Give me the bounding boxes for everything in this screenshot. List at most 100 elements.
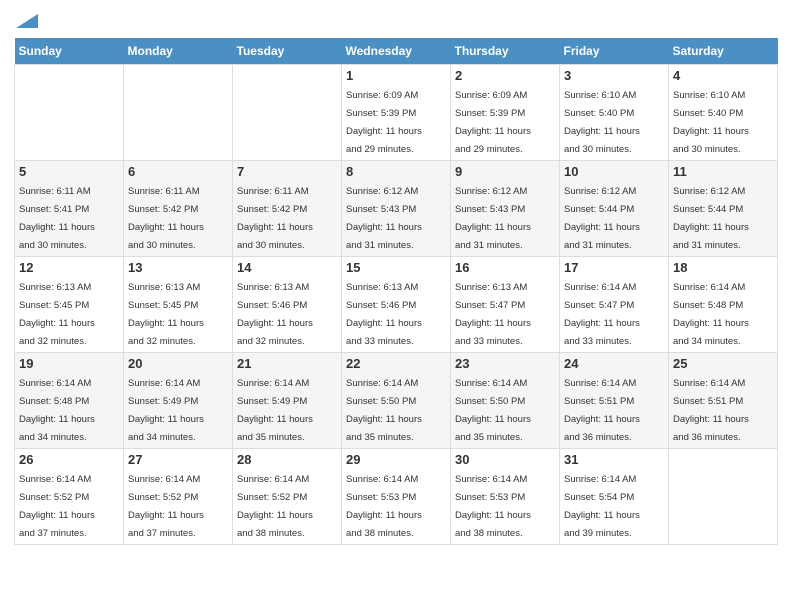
date-number: 15 — [346, 260, 446, 275]
calendar-cell: 22Sunrise: 6:14 AM Sunset: 5:50 PM Dayli… — [342, 353, 451, 449]
calendar-cell: 9 Sunrise: 6:12 AM Sunset: 5:43 PM Daylig… — [451, 161, 560, 257]
cell-info: Sunrise: 6:10 AM Sunset: 5:40 PM Dayligh… — [564, 90, 640, 155]
calendar-cell: 6 Sunrise: 6:11 AM Sunset: 5:42 PM Daylig… — [124, 161, 233, 257]
calendar-cell: 18Sunrise: 6:14 AM Sunset: 5:48 PM Dayli… — [669, 257, 778, 353]
calendar-cell: 4 Sunrise: 6:10 AM Sunset: 5:40 PM Daylig… — [669, 65, 778, 161]
cell-info: Sunrise: 6:14 AM Sunset: 5:54 PM Dayligh… — [564, 474, 640, 539]
cell-info: Sunrise: 6:14 AM Sunset: 5:50 PM Dayligh… — [455, 378, 531, 443]
calendar-cell — [669, 449, 778, 545]
cell-info: Sunrise: 6:12 AM Sunset: 5:43 PM Dayligh… — [455, 186, 531, 251]
cell-info: Sunrise: 6:14 AM Sunset: 5:47 PM Dayligh… — [564, 282, 640, 347]
cell-info: Sunrise: 6:11 AM Sunset: 5:42 PM Dayligh… — [128, 186, 204, 251]
calendar-cell: 15 Sunrise: 6:13 AM Sunset: 5:46 PM Dayli… — [342, 257, 451, 353]
cell-info: Sunrise: 6:14 AM Sunset: 5:49 PM Dayligh… — [128, 378, 204, 443]
date-number: 23 — [455, 356, 555, 371]
calendar-cell: 27 Sunrise: 6:14 AM Sunset: 5:52 PM Dayli… — [124, 449, 233, 545]
week-row-3: 12 Sunrise: 6:13 AM Sunset: 5:45 PM Dayli… — [15, 257, 778, 353]
calendar-cell: 1 Sunrise: 6:09 AM Sunset: 5:39 PM Daylig… — [342, 65, 451, 161]
cell-info: Sunrise: 6:14 AM Sunset: 5:53 PM Dayligh… — [346, 474, 422, 539]
cell-info: Sunrise: 6:09 AM Sunset: 5:39 PM Dayligh… — [455, 90, 531, 155]
calendar-cell: 3 Sunrise: 6:10 AM Sunset: 5:40 PM Daylig… — [560, 65, 669, 161]
week-row-1: 1 Sunrise: 6:09 AM Sunset: 5:39 PM Daylig… — [15, 65, 778, 161]
calendar-cell: 10 Sunrise: 6:12 AM Sunset: 5:44 PM Dayli… — [560, 161, 669, 257]
cell-info: Sunrise: 6:13 AM Sunset: 5:47 PM Dayligh… — [455, 282, 531, 347]
calendar-cell: 20 Sunrise: 6:14 AM Sunset: 5:49 PM Dayli… — [124, 353, 233, 449]
date-number: 20 — [128, 356, 228, 371]
date-number: 22 — [346, 356, 446, 371]
calendar-cell: 16 Sunrise: 6:13 AM Sunset: 5:47 PM Dayli… — [451, 257, 560, 353]
date-number: 4 — [673, 68, 773, 83]
calendar-cell: 12 Sunrise: 6:13 AM Sunset: 5:45 PM Dayli… — [15, 257, 124, 353]
calendar-cell: 26Sunrise: 6:14 AM Sunset: 5:52 PM Dayli… — [15, 449, 124, 545]
week-row-4: 19 Sunrise: 6:14 AM Sunset: 5:48 PM Dayli… — [15, 353, 778, 449]
date-number: 13 — [128, 260, 228, 275]
calendar-cell — [15, 65, 124, 161]
day-header-saturday: Saturday — [669, 38, 778, 65]
day-header-sunday: Sunday — [15, 38, 124, 65]
date-number: 21 — [237, 356, 337, 371]
calendar-cell: 28 Sunrise: 6:14 AM Sunset: 5:52 PM Dayli… — [233, 449, 342, 545]
cell-info: Sunrise: 6:12 AM Sunset: 5:44 PM Dayligh… — [564, 186, 640, 251]
date-number: 19 — [19, 356, 119, 371]
week-row-2: 5Sunrise: 6:11 AM Sunset: 5:41 PM Daylig… — [15, 161, 778, 257]
calendar-cell: 11Sunrise: 6:12 AM Sunset: 5:44 PM Dayli… — [669, 161, 778, 257]
calendar-cell: 7 Sunrise: 6:11 AM Sunset: 5:42 PM Daylig… — [233, 161, 342, 257]
calendar-cell: 14 Sunrise: 6:13 AM Sunset: 5:46 PM Dayli… — [233, 257, 342, 353]
cell-info: Sunrise: 6:10 AM Sunset: 5:40 PM Dayligh… — [673, 90, 749, 155]
date-number: 28 — [237, 452, 337, 467]
calendar-cell: 23 Sunrise: 6:14 AM Sunset: 5:50 PM Dayli… — [451, 353, 560, 449]
date-number: 1 — [346, 68, 446, 83]
date-number: 27 — [128, 452, 228, 467]
cell-info: Sunrise: 6:09 AM Sunset: 5:39 PM Dayligh… — [346, 90, 422, 155]
day-header-tuesday: Tuesday — [233, 38, 342, 65]
cell-info: Sunrise: 6:13 AM Sunset: 5:45 PM Dayligh… — [19, 282, 95, 347]
calendar-cell: 19 Sunrise: 6:14 AM Sunset: 5:48 PM Dayli… — [15, 353, 124, 449]
date-number: 3 — [564, 68, 664, 83]
date-number: 12 — [19, 260, 119, 275]
calendar-cell — [233, 65, 342, 161]
calendar-cell: 2 Sunrise: 6:09 AM Sunset: 5:39 PM Daylig… — [451, 65, 560, 161]
date-number: 29 — [346, 452, 446, 467]
cell-info: Sunrise: 6:11 AM Sunset: 5:42 PM Dayligh… — [237, 186, 313, 251]
cell-info: Sunrise: 6:12 AM Sunset: 5:44 PM Dayligh… — [673, 186, 749, 251]
date-number: 24 — [564, 356, 664, 371]
calendar-cell: 24 Sunrise: 6:14 AM Sunset: 5:51 PM Dayli… — [560, 353, 669, 449]
date-number: 6 — [128, 164, 228, 179]
day-header-row: SundayMondayTuesdayWednesdayThursdayFrid… — [15, 38, 778, 65]
cell-info: Sunrise: 6:14 AM Sunset: 5:52 PM Dayligh… — [237, 474, 313, 539]
calendar-body: 1 Sunrise: 6:09 AM Sunset: 5:39 PM Daylig… — [15, 65, 778, 545]
date-number: 7 — [237, 164, 337, 179]
cell-info: Sunrise: 6:14 AM Sunset: 5:48 PM Dayligh… — [19, 378, 95, 443]
date-number: 2 — [455, 68, 555, 83]
date-number: 14 — [237, 260, 337, 275]
logo-icon — [16, 14, 38, 28]
date-number: 31 — [564, 452, 664, 467]
cell-info: Sunrise: 6:12 AM Sunset: 5:43 PM Dayligh… — [346, 186, 422, 251]
cell-info: Sunrise: 6:14 AM Sunset: 5:51 PM Dayligh… — [564, 378, 640, 443]
day-header-friday: Friday — [560, 38, 669, 65]
day-header-monday: Monday — [124, 38, 233, 65]
calendar-cell: 17Sunrise: 6:14 AM Sunset: 5:47 PM Dayli… — [560, 257, 669, 353]
date-number: 18 — [673, 260, 773, 275]
cell-info: Sunrise: 6:14 AM Sunset: 5:53 PM Dayligh… — [455, 474, 531, 539]
cell-info: Sunrise: 6:13 AM Sunset: 5:46 PM Dayligh… — [346, 282, 422, 347]
cell-info: Sunrise: 6:11 AM Sunset: 5:41 PM Dayligh… — [19, 186, 95, 251]
cell-info: Sunrise: 6:14 AM Sunset: 5:52 PM Dayligh… — [19, 474, 95, 539]
calendar-cell: 5Sunrise: 6:11 AM Sunset: 5:41 PM Daylig… — [15, 161, 124, 257]
date-number: 9 — [455, 164, 555, 179]
calendar-cell: 13 Sunrise: 6:13 AM Sunset: 5:45 PM Dayli… — [124, 257, 233, 353]
cell-info: Sunrise: 6:14 AM Sunset: 5:52 PM Dayligh… — [128, 474, 204, 539]
date-number: 16 — [455, 260, 555, 275]
cell-info: Sunrise: 6:14 AM Sunset: 5:51 PM Dayligh… — [673, 378, 749, 443]
calendar-cell: 30Sunrise: 6:14 AM Sunset: 5:53 PM Dayli… — [451, 449, 560, 545]
cell-info: Sunrise: 6:14 AM Sunset: 5:49 PM Dayligh… — [237, 378, 313, 443]
header — [14, 10, 778, 30]
cell-info: Sunrise: 6:13 AM Sunset: 5:45 PM Dayligh… — [128, 282, 204, 347]
calendar-table: SundayMondayTuesdayWednesdayThursdayFrid… — [14, 38, 778, 545]
calendar-cell — [124, 65, 233, 161]
calendar-cell: 8Sunrise: 6:12 AM Sunset: 5:43 PM Daylig… — [342, 161, 451, 257]
date-number: 10 — [564, 164, 664, 179]
cell-info: Sunrise: 6:13 AM Sunset: 5:46 PM Dayligh… — [237, 282, 313, 347]
calendar-cell: 29 Sunrise: 6:14 AM Sunset: 5:53 PM Dayli… — [342, 449, 451, 545]
calendar-cell: 31 Sunrise: 6:14 AM Sunset: 5:54 PM Dayli… — [560, 449, 669, 545]
